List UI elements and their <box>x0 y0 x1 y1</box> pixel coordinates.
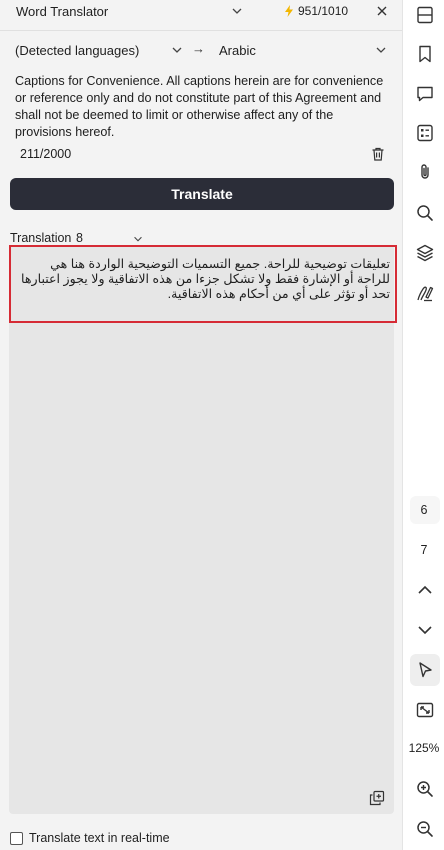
tool-selector-label: Word Translator <box>16 3 109 19</box>
translation-output-area[interactable] <box>9 245 394 814</box>
credits-value: 951/1010 <box>298 4 349 18</box>
close-icon[interactable] <box>374 3 390 19</box>
zoom-level[interactable]: 125% <box>403 741 444 755</box>
chevron-down-icon[interactable] <box>415 620 435 640</box>
translation-output-text: تعليقات توضيحية للراحة. جميع التسميات ال… <box>21 257 390 301</box>
translation-count-dropdown[interactable]: 8 <box>76 231 146 245</box>
layers-icon[interactable] <box>415 243 435 263</box>
lightning-icon <box>285 5 293 17</box>
attachment-icon[interactable] <box>415 162 435 182</box>
realtime-toggle[interactable]: Translate text in real-time <box>10 831 170 845</box>
realtime-label: Translate text in real-time <box>29 831 170 845</box>
zoom-in-icon[interactable] <box>415 779 435 799</box>
source-language-dropdown[interactable]: (Detected languages) <box>8 39 190 61</box>
credits-counter: 951/1010 <box>284 0 348 22</box>
fit-page-icon[interactable] <box>415 700 435 720</box>
signature-icon[interactable] <box>415 283 435 303</box>
realtime-checkbox[interactable] <box>10 831 23 845</box>
source-language-label: (Detected languages) <box>15 42 140 58</box>
copy-icon[interactable] <box>369 790 385 806</box>
next-page-number[interactable]: 7 <box>403 543 444 557</box>
zoom-out-icon[interactable] <box>415 819 435 839</box>
translate-button[interactable]: Translate <box>10 178 394 210</box>
target-language-label: Arabic <box>219 42 256 58</box>
translator-panel: Word Translator 951/1010 (Detected langu… <box>0 0 402 850</box>
divider <box>0 30 402 31</box>
search-icon[interactable] <box>415 203 435 223</box>
language-arrow: → <box>192 41 205 56</box>
translation-count-value: 8 <box>76 231 83 245</box>
chevron-down-icon <box>134 236 142 242</box>
target-language-dropdown[interactable]: Arabic <box>213 39 394 61</box>
chevron-down-icon <box>172 47 182 53</box>
trash-icon[interactable] <box>370 146 386 162</box>
current-page-number[interactable]: 6 <box>403 503 444 517</box>
layout-icon[interactable] <box>415 5 435 25</box>
bookmark-icon[interactable] <box>415 44 435 64</box>
tool-selector-dropdown[interactable]: Word Translator <box>8 0 252 22</box>
chevron-up-icon[interactable] <box>415 580 435 600</box>
form-list-icon[interactable] <box>415 123 435 143</box>
right-toolbar: 6 7 125% <box>402 0 444 850</box>
translation-label: Translation <box>10 231 72 245</box>
top-bar: Word Translator 951/1010 <box>0 0 402 22</box>
comment-icon[interactable] <box>415 84 435 104</box>
character-count: 211/2000 <box>20 147 72 161</box>
source-text-input[interactable]: Captions for Convenience. All captions h… <box>15 73 387 141</box>
chevron-down-icon <box>376 47 386 53</box>
cursor-icon[interactable] <box>415 660 435 680</box>
chevron-down-icon <box>232 8 242 14</box>
